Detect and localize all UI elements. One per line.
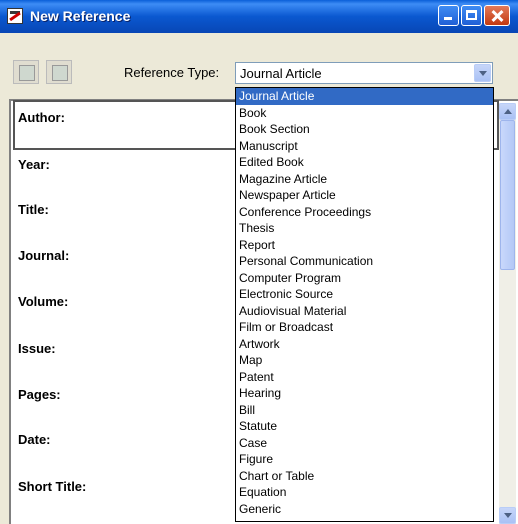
- dropdown-option[interactable]: Newspaper Article: [236, 187, 493, 204]
- dropdown-option[interactable]: Hearing: [236, 385, 493, 402]
- field-label-author: Author:: [18, 110, 65, 125]
- dropdown-option[interactable]: Edited Book: [236, 154, 493, 171]
- dropdown-option[interactable]: Figure: [236, 451, 493, 468]
- field-label-title: Title:: [18, 202, 49, 217]
- dropdown-option[interactable]: Conference Proceedings: [236, 204, 493, 221]
- dropdown-option[interactable]: Artwork: [236, 336, 493, 353]
- dropdown-option[interactable]: Map: [236, 352, 493, 369]
- minimize-icon: [444, 17, 452, 20]
- toolbar-button-b[interactable]: [46, 60, 72, 84]
- dropdown-option[interactable]: Report: [236, 237, 493, 254]
- minimize-button[interactable]: [438, 5, 459, 26]
- field-label-short-title: Short Title:: [18, 479, 87, 494]
- dropdown-option[interactable]: Electronic Source: [236, 286, 493, 303]
- dropdown-option[interactable]: Manuscript: [236, 138, 493, 155]
- dropdown-option[interactable]: Statute: [236, 418, 493, 435]
- dropdown-option[interactable]: Journal Article: [236, 88, 493, 105]
- toolbar-button-a[interactable]: [13, 60, 39, 84]
- field-label-pages: Pages:: [18, 387, 61, 402]
- field-label-issue: Issue:: [18, 341, 56, 356]
- dropdown-option[interactable]: Personal Communication: [236, 253, 493, 270]
- dropdown-option[interactable]: Case: [236, 435, 493, 452]
- dropdown-option[interactable]: Audiovisual Material: [236, 303, 493, 320]
- app-icon: [7, 8, 23, 24]
- reference-type-dropdown-list[interactable]: Journal Article Book Book Section Manuscrip…: [235, 87, 494, 522]
- dropdown-option[interactable]: Book: [236, 105, 493, 122]
- field-label-journal: Journal:: [18, 248, 70, 263]
- reference-type-value: Journal Article: [240, 66, 322, 81]
- field-label-volume: Volume:: [18, 294, 69, 309]
- dropdown-option[interactable]: Bill: [236, 402, 493, 419]
- scrollbar-thumb[interactable]: [500, 120, 515, 270]
- dropdown-option[interactable]: Computer Program: [236, 270, 493, 287]
- close-button[interactable]: [484, 5, 510, 26]
- dropdown-option[interactable]: Patent: [236, 369, 493, 386]
- scroll-up-icon[interactable]: [499, 103, 516, 120]
- field-label-date: Date:: [18, 432, 51, 447]
- maximize-button[interactable]: [461, 5, 482, 26]
- toolbar-icon-b: [52, 65, 68, 81]
- dropdown-option[interactable]: Magazine Article: [236, 171, 493, 188]
- field-label-year: Year:: [18, 157, 50, 172]
- dropdown-option[interactable]: Book Section: [236, 121, 493, 138]
- reference-type-select[interactable]: Journal Article: [235, 62, 493, 84]
- dropdown-option[interactable]: Equation: [236, 484, 493, 501]
- dropdown-option[interactable]: Chart or Table: [236, 468, 493, 485]
- dropdown-option[interactable]: Film or Broadcast: [236, 319, 493, 336]
- toolbar-icon-a: [19, 65, 35, 81]
- vertical-scrollbar[interactable]: [499, 103, 516, 524]
- reference-type-label: Reference Type:: [124, 65, 220, 80]
- dropdown-arrow-icon[interactable]: [474, 64, 491, 82]
- scroll-down-icon[interactable]: [499, 507, 516, 524]
- title-bar[interactable]: New Reference: [0, 0, 518, 33]
- dropdown-option[interactable]: Generic: [236, 501, 493, 518]
- window-title: New Reference: [30, 8, 131, 24]
- maximize-icon: [466, 10, 477, 20]
- dropdown-option[interactable]: Thesis: [236, 220, 493, 237]
